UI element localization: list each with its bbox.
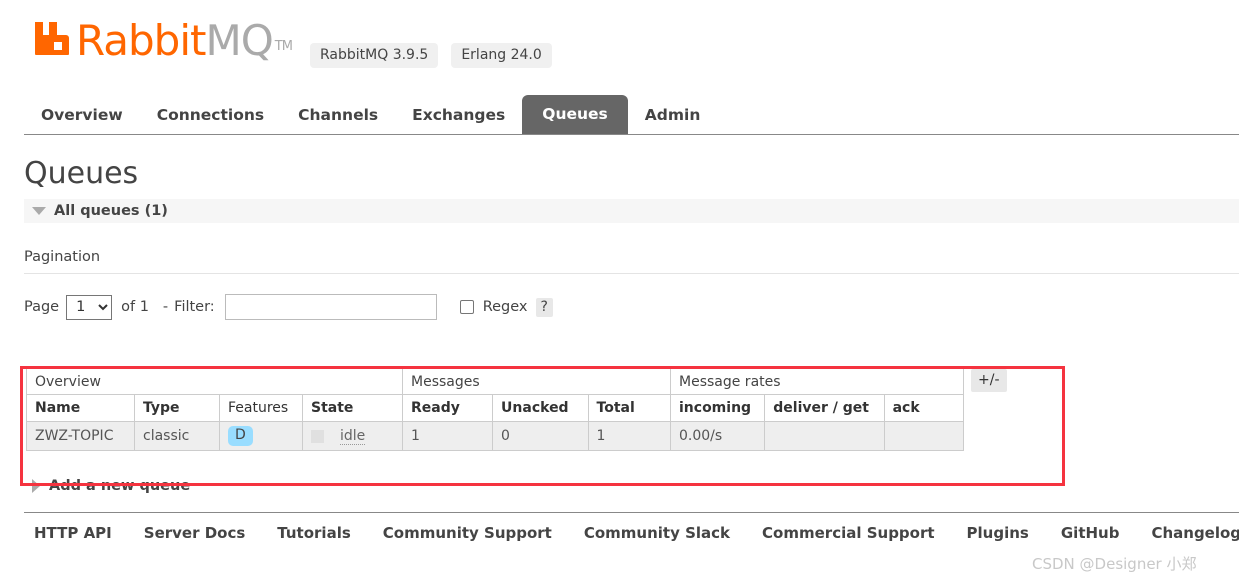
- footer-link-github[interactable]: GitHub: [1061, 524, 1120, 542]
- cell-queue-features: D: [219, 421, 303, 451]
- footer-link-community-support[interactable]: Community Support: [383, 524, 552, 542]
- cell-messages-total: 1: [587, 421, 672, 451]
- all-queues-label: All queues (1): [54, 203, 168, 219]
- chevron-down-icon[interactable]: [32, 207, 46, 215]
- badge-erlang-version: Erlang 24.0: [451, 43, 552, 68]
- column-header-ready[interactable]: Ready: [401, 394, 494, 422]
- footer-link-plugins[interactable]: Plugins: [967, 524, 1029, 542]
- logo-text-rabbit: Rabbit: [76, 16, 206, 65]
- cell-messages-unacked: 0: [492, 421, 589, 451]
- state-square-icon: [311, 429, 324, 443]
- column-header-name[interactable]: Name: [26, 394, 135, 422]
- add-queue-section-header[interactable]: Add a new queue: [32, 478, 190, 494]
- column-header-incoming[interactable]: incoming: [669, 394, 766, 422]
- pagination-dash: -: [162, 299, 169, 315]
- durable-badge: D: [228, 426, 253, 446]
- nav-item-admin[interactable]: Admin: [628, 97, 718, 134]
- badge-rabbitmq-version: RabbitMQ 3.9.5: [310, 43, 439, 68]
- cell-queue-name[interactable]: ZWZ-TOPIC: [26, 421, 135, 451]
- regex-help-icon[interactable]: ?: [535, 297, 553, 317]
- tab-admin[interactable]: Admin: [628, 97, 718, 134]
- cell-rate-incoming: 0.00/s: [669, 421, 766, 451]
- column-header-state[interactable]: State: [302, 394, 403, 422]
- tab-queues[interactable]: Queues: [522, 95, 628, 134]
- pagination-controls: Page 1 of 1 - Filter: Regex ?: [24, 294, 553, 320]
- cell-queue-type: classic: [134, 421, 220, 451]
- toggle-columns-button[interactable]: +/-: [971, 369, 1007, 392]
- queues-table: Overview Messages Message rates Name Typ…: [26, 368, 965, 451]
- column-header-features: Features: [219, 394, 303, 422]
- main-navigation: Overview Connections Channels Exchanges …: [24, 95, 1239, 135]
- regex-checkbox[interactable]: [459, 300, 474, 314]
- table-group-header-row: Overview Messages Message rates: [26, 368, 964, 395]
- column-header-total[interactable]: Total: [587, 394, 672, 422]
- csdn-watermark: CSDN @Designer 小郑: [1032, 555, 1197, 573]
- footer-link-changelog[interactable]: Changelog: [1151, 524, 1239, 542]
- tab-channels[interactable]: Channels: [281, 97, 395, 134]
- logo-trademark: TM: [274, 39, 293, 54]
- rabbitmq-management-page: RabbitMQ TM RabbitMQ 3.9.5 Erlang 24.0 Ov…: [0, 0, 1239, 581]
- group-header-overview: Overview: [26, 368, 403, 395]
- rabbitmq-logo-icon: [33, 18, 73, 62]
- page-label: Page: [24, 299, 60, 315]
- footer-link-community-slack[interactable]: Community Slack: [584, 524, 730, 542]
- table-row[interactable]: ZWZ-TOPIC classic D idle 1 0 1 0.00/s: [26, 421, 965, 451]
- footer-links: HTTP API Server Docs Tutorials Community…: [24, 524, 1239, 542]
- nav-tab-list: Overview Connections Channels Exchanges …: [24, 95, 1239, 134]
- footer-divider: [24, 512, 1239, 513]
- table-column-header-row: Name Type Features State Ready Unacked T…: [26, 394, 965, 422]
- tab-exchanges[interactable]: Exchanges: [395, 97, 522, 134]
- footer-link-server-docs[interactable]: Server Docs: [144, 524, 246, 542]
- footer-link-tutorials[interactable]: Tutorials: [277, 524, 350, 542]
- tab-connections[interactable]: Connections: [140, 97, 281, 134]
- queues-table-head: Overview Messages Message rates Name Typ…: [26, 368, 965, 422]
- column-header-ack[interactable]: ack: [883, 394, 965, 422]
- state-label: idle: [340, 427, 366, 445]
- filter-label: Filter:: [174, 299, 215, 315]
- nav-item-exchanges[interactable]: Exchanges: [395, 97, 522, 134]
- nav-item-connections[interactable]: Connections: [140, 97, 281, 134]
- group-header-messages: Messages: [402, 368, 671, 395]
- cell-rate-deliver-get: [764, 421, 885, 451]
- cell-messages-ready: 1: [401, 421, 494, 451]
- column-header-unacked[interactable]: Unacked: [492, 394, 589, 422]
- regex-label: Regex: [482, 299, 528, 315]
- logo-text-mq: MQ: [205, 16, 273, 65]
- cell-rate-ack: [883, 421, 965, 451]
- pagination-heading: Pagination: [24, 249, 101, 265]
- nav-item-queues[interactable]: Queues: [522, 95, 628, 134]
- nav-item-overview[interactable]: Overview: [24, 97, 140, 134]
- state-indicator: idle: [311, 428, 394, 445]
- rabbitmq-logo-text: RabbitMQ TM: [76, 20, 293, 62]
- queues-table-body: ZWZ-TOPIC classic D idle 1 0 1 0.00/s: [26, 421, 965, 451]
- column-header-deliver-get[interactable]: deliver / get: [764, 394, 885, 422]
- nav-item-channels[interactable]: Channels: [281, 97, 395, 134]
- tab-overview[interactable]: Overview: [24, 97, 140, 134]
- page-select[interactable]: 1: [66, 294, 113, 320]
- rabbitmq-logo[interactable]: RabbitMQ TM: [33, 18, 293, 62]
- chevron-right-icon[interactable]: [32, 479, 40, 493]
- all-queues-section-header[interactable]: All queues (1): [24, 199, 1239, 223]
- page-header: RabbitMQ TM RabbitMQ 3.9.5 Erlang 24.0: [0, 0, 1239, 92]
- cell-queue-state: idle: [302, 421, 403, 451]
- group-header-message-rates: Message rates: [670, 368, 964, 395]
- version-badges: RabbitMQ 3.9.5 Erlang 24.0: [310, 43, 552, 68]
- add-queue-label: Add a new queue: [49, 478, 191, 494]
- footer-link-commercial-support[interactable]: Commercial Support: [762, 524, 935, 542]
- filter-input[interactable]: [224, 294, 437, 320]
- page-title: Queues: [24, 156, 139, 191]
- footer-link-http-api[interactable]: HTTP API: [34, 524, 112, 542]
- page-total-label: of 1: [121, 299, 149, 315]
- queues-table-wrap: Overview Messages Message rates Name Typ…: [26, 368, 965, 451]
- column-header-type[interactable]: Type: [134, 394, 220, 422]
- pagination-divider: [24, 273, 1239, 274]
